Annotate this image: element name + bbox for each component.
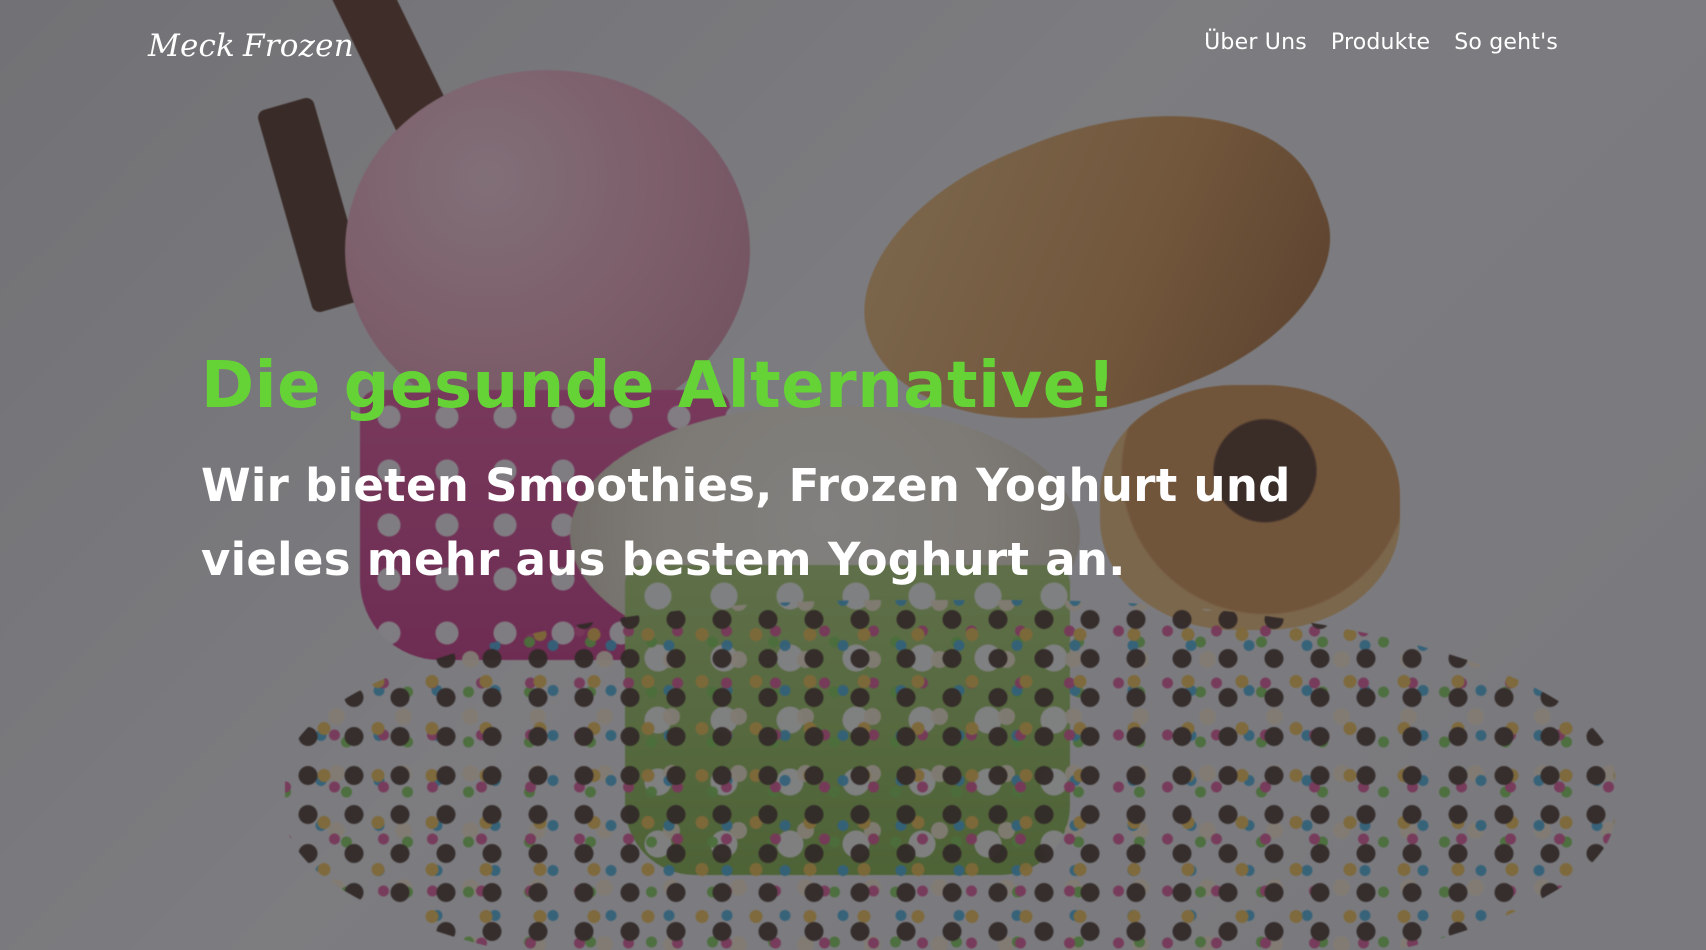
main-navigation: Über Uns Produkte So geht's — [1204, 30, 1558, 56]
brand-name-right: Frozen — [243, 27, 354, 64]
nav-link-products[interactable]: Produkte — [1331, 30, 1430, 56]
brand-logo-link[interactable]: Meck Frozen — [148, 12, 354, 80]
hero-copy: Die gesunde Alternative! Wir bieten Smoo… — [201, 348, 1421, 597]
top-navigation: Meck Frozen Über Uns Produkte So geht's — [0, 0, 1706, 100]
hero-title: Die gesunde Alternative! — [201, 349, 1117, 423]
brand-name-left: Meck — [148, 27, 236, 64]
hero-subtitle: Wir bieten Smoothies, Frozen Yoghurt und… — [201, 458, 1291, 586]
nav-link-how-it-works[interactable]: So geht's — [1454, 30, 1558, 56]
hero-section: Meck Frozen Über Uns Produkte So geht's … — [0, 0, 1706, 950]
nav-link-about[interactable]: Über Uns — [1204, 30, 1307, 56]
